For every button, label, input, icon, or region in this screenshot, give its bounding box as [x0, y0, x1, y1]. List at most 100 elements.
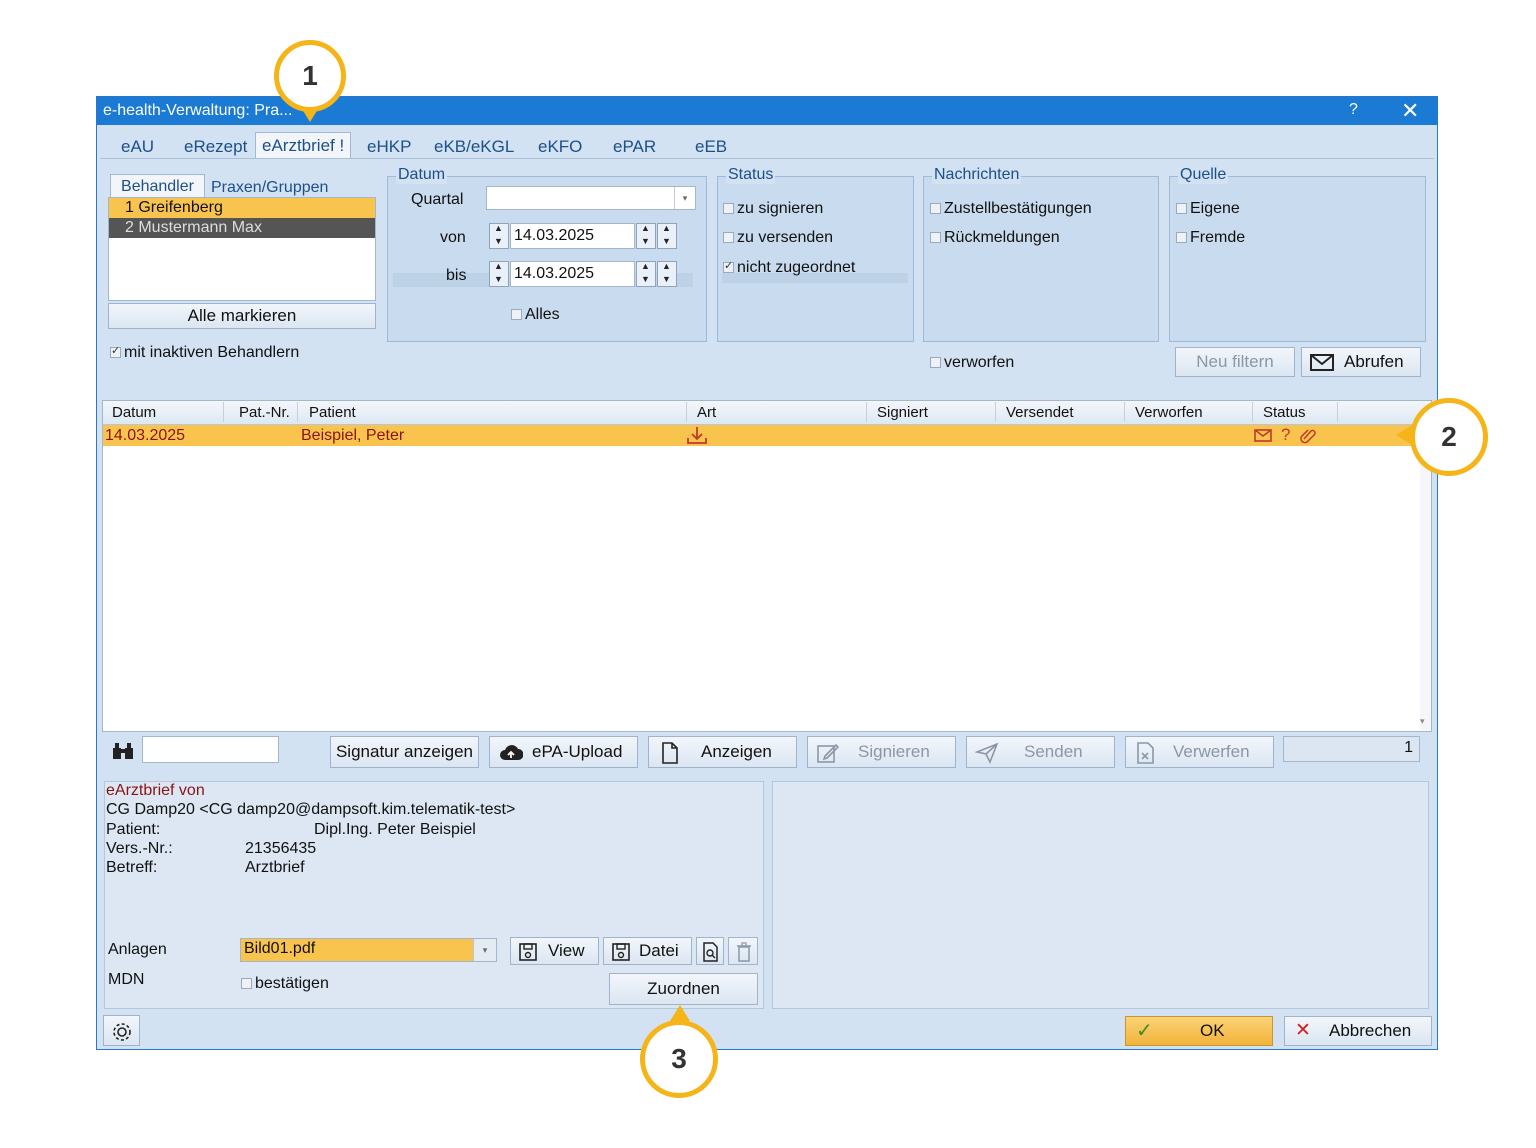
col-status[interactable]: Status: [1263, 404, 1306, 421]
verworfen-checkbox[interactable]: verworfen: [930, 354, 1014, 372]
eigene-checkbox[interactable]: Eigene: [1176, 200, 1240, 218]
zu-signieren-checkbox[interactable]: zu signieren: [723, 200, 823, 218]
col-art[interactable]: Art: [697, 404, 716, 421]
chevron-down-icon[interactable]: ▾: [674, 187, 695, 209]
checkbox-box[interactable]: [723, 203, 734, 215]
search-input[interactable]: [142, 736, 279, 763]
help-button[interactable]: ?: [1349, 101, 1358, 119]
col-patnr[interactable]: Pat.-Nr.: [239, 404, 290, 421]
zustell-checkbox[interactable]: Zustellbestätigungen: [930, 200, 1092, 218]
checkbox-box[interactable]: [723, 232, 734, 244]
verwerfen-label: Verwerfen: [1173, 742, 1250, 761]
checkbox-box[interactable]: [930, 203, 941, 215]
chevron-down-icon[interactable]: ▾: [473, 939, 496, 961]
nicht-zugeordnet-checkbox[interactable]: nicht zugeordnet: [723, 259, 855, 277]
verworfen-label: verworfen: [944, 354, 1015, 371]
document-icon: [662, 742, 678, 764]
table-header: [103, 401, 1431, 425]
ok-button[interactable]: ✓ OK: [1125, 1016, 1273, 1046]
tab-eeb[interactable]: eEB: [695, 137, 727, 157]
checkbox-box[interactable]: [511, 309, 522, 321]
checkbox-box[interactable]: [110, 344, 121, 359]
zu-signieren-label: zu signieren: [737, 200, 824, 217]
fremde-label: Fremde: [1190, 229, 1246, 246]
col-divider: [1124, 402, 1125, 422]
col-divider: [995, 402, 996, 422]
bis-spin-left[interactable]: [489, 261, 509, 287]
von-spin-right-b[interactable]: [657, 223, 677, 249]
tab-eau[interactable]: eAU: [121, 137, 154, 157]
signieren-button[interactable]: Signieren: [807, 736, 956, 768]
verwerfen-button[interactable]: Verwerfen: [1125, 736, 1274, 768]
preview-file-button[interactable]: [696, 937, 724, 965]
datei-button[interactable]: Datei: [603, 937, 692, 965]
tab-ehkp[interactable]: eHKP: [367, 137, 411, 157]
tab-earztbrief[interactable]: eArztbrief !: [255, 132, 352, 161]
abbrechen-button[interactable]: ✕ Abbrechen: [1284, 1016, 1432, 1046]
neu-filtern-button[interactable]: Neu filtern: [1175, 347, 1295, 377]
quelle-legend: Quelle: [1178, 166, 1229, 184]
tab-erezept[interactable]: eRezept: [184, 137, 247, 157]
checkbox-box[interactable]: [723, 259, 734, 274]
check-icon: ✓: [1136, 1020, 1153, 1042]
von-date-input[interactable]: 14.03.2025: [510, 223, 635, 249]
tab-epar[interactable]: ePAR: [613, 137, 656, 157]
mark-all-button[interactable]: Alle markieren: [108, 303, 376, 329]
signatur-anzeigen-button[interactable]: Signatur anzeigen: [330, 736, 479, 768]
checkbox-box[interactable]: [930, 232, 941, 244]
von-label: von: [440, 229, 466, 246]
envelope-icon: [1310, 354, 1334, 371]
nicht-zugeordnet-label: nicht zugeordnet: [737, 259, 856, 276]
quartal-select[interactable]: ▾: [486, 186, 696, 210]
delete-button[interactable]: [728, 937, 758, 965]
abrufen-button[interactable]: Abrufen: [1301, 347, 1421, 377]
paperclip-icon: [1300, 429, 1316, 444]
view-label: View: [548, 941, 585, 960]
col-signiert[interactable]: Signiert: [877, 404, 928, 421]
col-verworfen[interactable]: Verworfen: [1135, 404, 1203, 421]
col-divider: [223, 402, 224, 422]
datum-legend: Datum: [396, 166, 448, 184]
tab-ekfo[interactable]: eKFO: [538, 137, 582, 157]
von-spin-right-a[interactable]: [636, 223, 656, 249]
zuordnen-button[interactable]: Zuordnen: [609, 973, 758, 1005]
epa-upload-button[interactable]: ePA-Upload: [489, 736, 638, 768]
floppy-icon: [519, 943, 537, 961]
senden-button[interactable]: Senden: [966, 736, 1115, 768]
anzeigen-button[interactable]: Anzeigen: [648, 736, 797, 768]
checkbox-box[interactable]: [1176, 232, 1187, 244]
alles-checkbox[interactable]: Alles: [511, 306, 560, 324]
zu-versenden-checkbox[interactable]: zu versenden: [723, 229, 833, 247]
tab-behandler[interactable]: Behandler: [110, 174, 205, 199]
inactive-behandler-checkbox[interactable]: mit inaktiven Behandlern: [110, 344, 299, 362]
checkbox-box[interactable]: [241, 978, 252, 990]
von-spin-left[interactable]: [489, 223, 509, 249]
bis-spin-right-a[interactable]: [636, 261, 656, 287]
col-datum[interactable]: Datum: [112, 404, 156, 421]
col-patient[interactable]: Patient: [309, 404, 356, 421]
close-button[interactable]: ✕: [1401, 98, 1419, 124]
checkbox-box[interactable]: [1176, 203, 1187, 215]
anlagen-select[interactable]: Bild01.pdf ▾: [240, 938, 497, 962]
behandler-item-mustermann[interactable]: 2 Mustermann Max: [109, 218, 375, 238]
cloud-upload-icon: [500, 745, 523, 760]
bis-label: bis: [446, 267, 467, 284]
tab-praxen-gruppen[interactable]: Praxen/Gruppen: [211, 179, 328, 197]
bis-spin-right-b[interactable]: [657, 261, 677, 287]
settings-button[interactable]: [103, 1015, 140, 1046]
anzeigen-label: Anzeigen: [701, 742, 772, 761]
col-divider: [297, 402, 298, 422]
col-versendet[interactable]: Versendet: [1006, 404, 1074, 421]
scroll-down-icon[interactable]: ▾: [1420, 716, 1425, 727]
behandler-item-greifenberg[interactable]: 1 Greifenberg: [109, 198, 375, 218]
checkbox-box[interactable]: [930, 357, 941, 369]
fremde-checkbox[interactable]: Fremde: [1176, 229, 1245, 247]
bestaetigen-checkbox[interactable]: bestätigen: [241, 975, 329, 993]
table-row[interactable]: 14.03.2025 Beispiel, Peter ?: [103, 425, 1421, 446]
anlagen-label: Anlagen: [108, 941, 167, 958]
floppy-icon: [612, 943, 630, 961]
bis-date-input[interactable]: 14.03.2025: [510, 261, 635, 287]
rueck-checkbox[interactable]: Rückmeldungen: [930, 229, 1060, 247]
tab-ekb-ekgl[interactable]: eKB/eKGL: [434, 137, 514, 157]
view-button[interactable]: View: [510, 937, 599, 965]
